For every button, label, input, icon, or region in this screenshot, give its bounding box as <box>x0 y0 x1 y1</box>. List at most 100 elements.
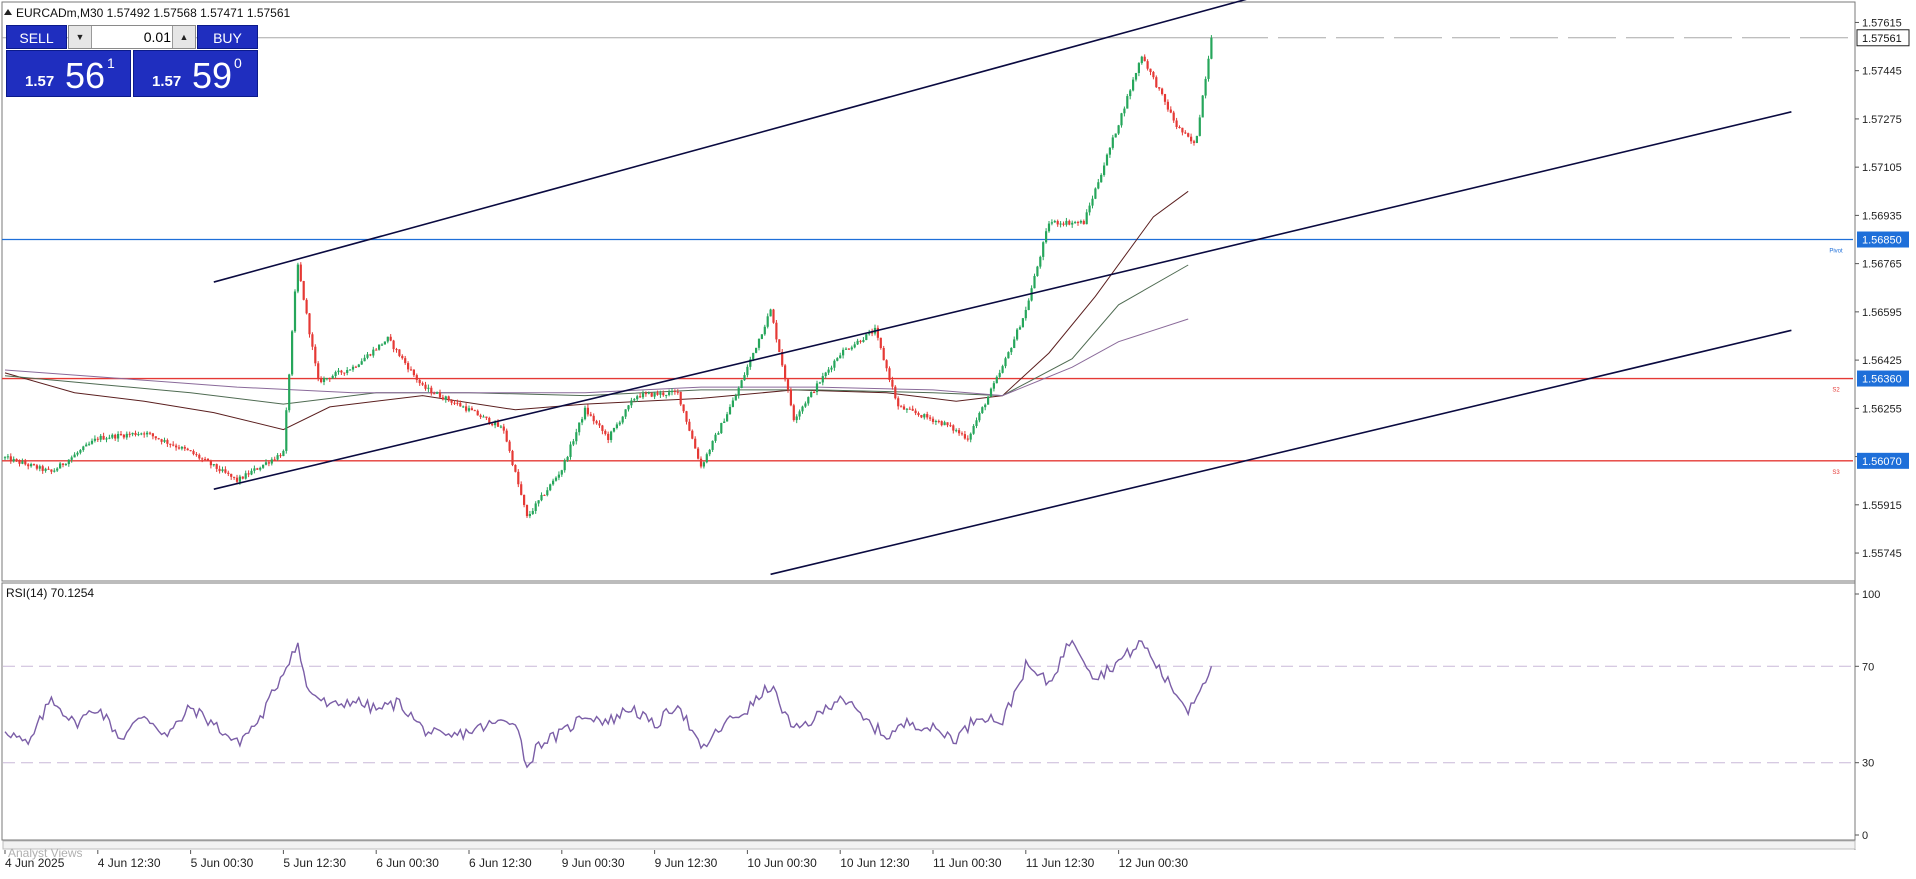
triangle-down-icon[interactable]: ▼ <box>69 26 92 48</box>
candle-body <box>1204 78 1207 96</box>
price-tick-label: 1.56595 <box>1862 307 1902 319</box>
candle-body <box>595 421 598 424</box>
candle-body <box>723 421 726 423</box>
candle-body <box>755 347 758 353</box>
candle-body <box>807 397 810 404</box>
candle-body <box>633 399 636 401</box>
candle-body <box>685 411 688 422</box>
chart-canvas[interactable]: PivotS2S3 1.576151.574451.572751.571051.… <box>0 0 1916 874</box>
candle-body <box>378 344 381 350</box>
candle-body <box>163 440 166 442</box>
candle-body <box>180 446 183 449</box>
candle-body <box>227 472 230 474</box>
analyst-views-label[interactable]: Analyst Views <box>8 846 82 860</box>
candle-body <box>1007 352 1010 359</box>
sell-button[interactable]: SELL <box>6 25 67 49</box>
candle-body <box>520 484 523 495</box>
candle-body <box>1195 135 1198 143</box>
price-tick-label: 1.57105 <box>1862 162 1902 174</box>
candle-body <box>85 444 88 447</box>
candle-body <box>496 422 500 427</box>
candle-body <box>160 439 163 442</box>
price-tick-label: 1.55915 <box>1862 500 1902 512</box>
candle-body <box>1045 231 1048 243</box>
candle-body <box>1062 223 1065 225</box>
candle-body <box>784 365 787 380</box>
buy-button[interactable]: BUY <box>197 25 258 49</box>
candle-body <box>960 433 964 435</box>
candle-body <box>958 430 961 434</box>
candle-body <box>1169 109 1172 113</box>
candle-body <box>894 386 897 399</box>
candle-body <box>375 349 378 351</box>
candle-body <box>473 410 476 412</box>
candle-body <box>902 406 906 410</box>
candle-body <box>740 380 743 389</box>
candle-body <box>380 344 384 346</box>
candle-body <box>308 313 311 335</box>
candle-body <box>456 402 459 404</box>
candle-body <box>230 473 233 477</box>
rsi-tick-label: 70 <box>1862 661 1874 673</box>
candle-body <box>917 413 920 416</box>
candle-body <box>108 437 111 439</box>
candle-body <box>9 456 12 462</box>
candle-body <box>926 414 929 418</box>
candle-body <box>842 349 845 356</box>
candle-body <box>697 448 700 459</box>
candle-body <box>711 440 714 450</box>
analyst-views-bar[interactable] <box>2 840 1856 850</box>
candle-body <box>409 369 413 371</box>
candle-body <box>372 349 375 356</box>
candle-body <box>650 392 653 397</box>
candle-body <box>32 464 36 466</box>
candle-body <box>267 462 270 464</box>
candle-body <box>1134 73 1138 80</box>
time-tick-label: 10 Jun 00:30 <box>747 856 817 870</box>
buy-quote[interactable]: 1.57 59 0 <box>133 50 258 97</box>
candle-body <box>1105 154 1109 166</box>
candle-body <box>984 404 987 408</box>
candle-body <box>1068 220 1071 225</box>
triangle-up-icon[interactable]: ▲ <box>172 26 195 48</box>
candle-body <box>810 391 813 398</box>
candle-body <box>433 393 436 395</box>
candle-body <box>717 433 720 435</box>
candle-body <box>920 415 923 418</box>
candle-body <box>830 367 833 370</box>
candle-body <box>262 464 265 468</box>
candle-body <box>543 494 546 496</box>
candle-body <box>734 395 737 401</box>
candle-body <box>157 438 160 440</box>
candle-body <box>668 392 671 395</box>
candle-body <box>140 433 143 435</box>
candle-body <box>726 414 729 422</box>
sell-quote[interactable]: 1.57 56 1 <box>6 50 131 97</box>
candle-body <box>354 366 357 368</box>
candle-body <box>111 434 114 438</box>
lot-size-box: ▼ ▲ <box>68 25 196 49</box>
candle-body <box>105 438 108 440</box>
lot-size-input[interactable] <box>93 26 171 48</box>
candle-body <box>856 340 859 345</box>
candle-body <box>769 309 772 317</box>
candle-body <box>940 421 943 426</box>
time-tick-label: 11 Jun 00:30 <box>933 856 1002 870</box>
candle-body <box>450 400 453 403</box>
time-tick-label: 5 Jun 12:30 <box>283 856 346 870</box>
candle-body <box>317 363 320 379</box>
candle-body <box>728 406 732 415</box>
candle-body <box>476 410 479 416</box>
candle-body <box>134 432 137 435</box>
candle-body <box>998 372 1001 377</box>
candle-body <box>673 391 676 393</box>
candle-body <box>1111 137 1114 148</box>
candle-body <box>879 337 882 348</box>
candle-body <box>540 494 543 501</box>
candle-body <box>850 347 853 350</box>
candle-body <box>1155 77 1158 88</box>
candle-body <box>1207 58 1210 79</box>
price-badge-label: 1.57561 <box>1862 33 1902 45</box>
candle-body <box>705 454 708 463</box>
candle-body <box>90 440 94 444</box>
